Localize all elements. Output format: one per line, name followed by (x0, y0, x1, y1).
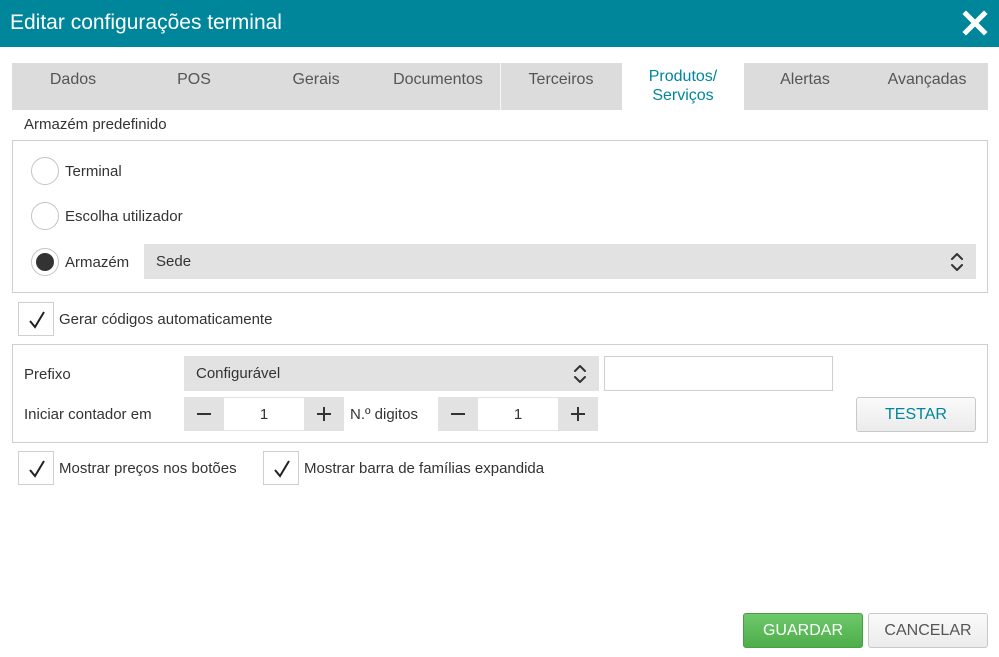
plus-icon (571, 407, 585, 421)
prefix-label: Prefixo (24, 366, 71, 383)
prefix-input[interactable] (604, 356, 833, 391)
radio-label: Terminal (65, 162, 122, 180)
dialog-title: Editar configurações terminal (10, 11, 282, 34)
show-prices-checkbox[interactable] (18, 451, 54, 485)
auto-codes-checkbox-row[interactable]: Gerar códigos automaticamente (18, 302, 272, 336)
auto-codes-checkbox[interactable] (18, 302, 54, 336)
digits-decrement-button[interactable] (438, 397, 478, 431)
checkmark-icon (29, 311, 45, 329)
tab-gerais[interactable]: Gerais (255, 63, 377, 110)
digits-label: N.º digitos (350, 406, 419, 423)
counter-increment-button[interactable] (304, 397, 344, 431)
radio-terminal[interactable]: Terminal (31, 157, 122, 185)
radio-label: Armazém (65, 253, 130, 271)
minus-icon (197, 413, 211, 415)
warehouse-select-value: Sede (156, 253, 192, 270)
tab-terceiros[interactable]: Terceiros (500, 63, 622, 110)
warehouse-section-label: Armazém predefinido (24, 116, 167, 133)
auto-codes-label: Gerar códigos automaticamente (59, 310, 273, 328)
show-families-checkbox-row[interactable]: Mostrar barra de famílias expandida (263, 451, 544, 485)
checkmark-icon (274, 460, 290, 478)
radio-button[interactable] (31, 157, 59, 185)
tab-pos[interactable]: POS (133, 63, 255, 110)
updown-chevron-icon (951, 253, 963, 271)
prefix-select-value: Configurável (196, 365, 281, 382)
dialog-titlebar: Editar configurações terminal (0, 0, 999, 47)
counter-decrement-button[interactable] (184, 397, 224, 431)
tab-alertas[interactable]: Alertas (744, 63, 866, 110)
prefix-select[interactable]: Configurável (184, 356, 599, 391)
test-button[interactable]: TESTAR (856, 397, 976, 432)
digits-value[interactable]: 1 (478, 397, 558, 431)
show-families-label: Mostrar barra de famílias expandida (304, 459, 545, 477)
counter-stepper: 1 (184, 397, 344, 431)
tab-avancadas[interactable]: Avançadas (866, 63, 988, 110)
save-button[interactable]: GUARDAR (743, 613, 863, 648)
tab-produtos-servicos[interactable]: Produtos/ Serviços (622, 59, 744, 110)
show-prices-checkbox-row[interactable]: Mostrar preços nos botões (18, 451, 237, 485)
counter-label: Iniciar contador em (24, 406, 152, 423)
digits-stepper: 1 (438, 397, 598, 431)
tab-documentos[interactable]: Documentos (377, 63, 499, 110)
radio-button[interactable] (31, 202, 59, 230)
close-icon (962, 10, 988, 36)
checkmark-icon (29, 460, 45, 478)
tab-bar: Dados POS Gerais Documentos Terceiros Pr… (12, 59, 988, 110)
minus-icon (451, 413, 465, 415)
radio-label: Escolha utilizador (65, 207, 183, 225)
counter-value[interactable]: 1 (224, 397, 304, 431)
radio-armazem[interactable]: Armazém (31, 248, 129, 276)
radio-button-checked[interactable] (31, 248, 59, 276)
digits-increment-button[interactable] (558, 397, 598, 431)
tab-dados[interactable]: Dados (12, 63, 134, 110)
cancel-button[interactable]: CANCELAR (868, 613, 988, 648)
show-prices-label: Mostrar preços nos botões (59, 459, 237, 477)
close-button[interactable] (962, 10, 988, 36)
warehouse-select[interactable]: Sede (144, 244, 976, 279)
radio-escolha-utilizador[interactable]: Escolha utilizador (31, 202, 183, 230)
updown-chevron-icon (574, 365, 586, 383)
show-families-checkbox[interactable] (263, 451, 299, 485)
plus-icon (317, 407, 331, 421)
